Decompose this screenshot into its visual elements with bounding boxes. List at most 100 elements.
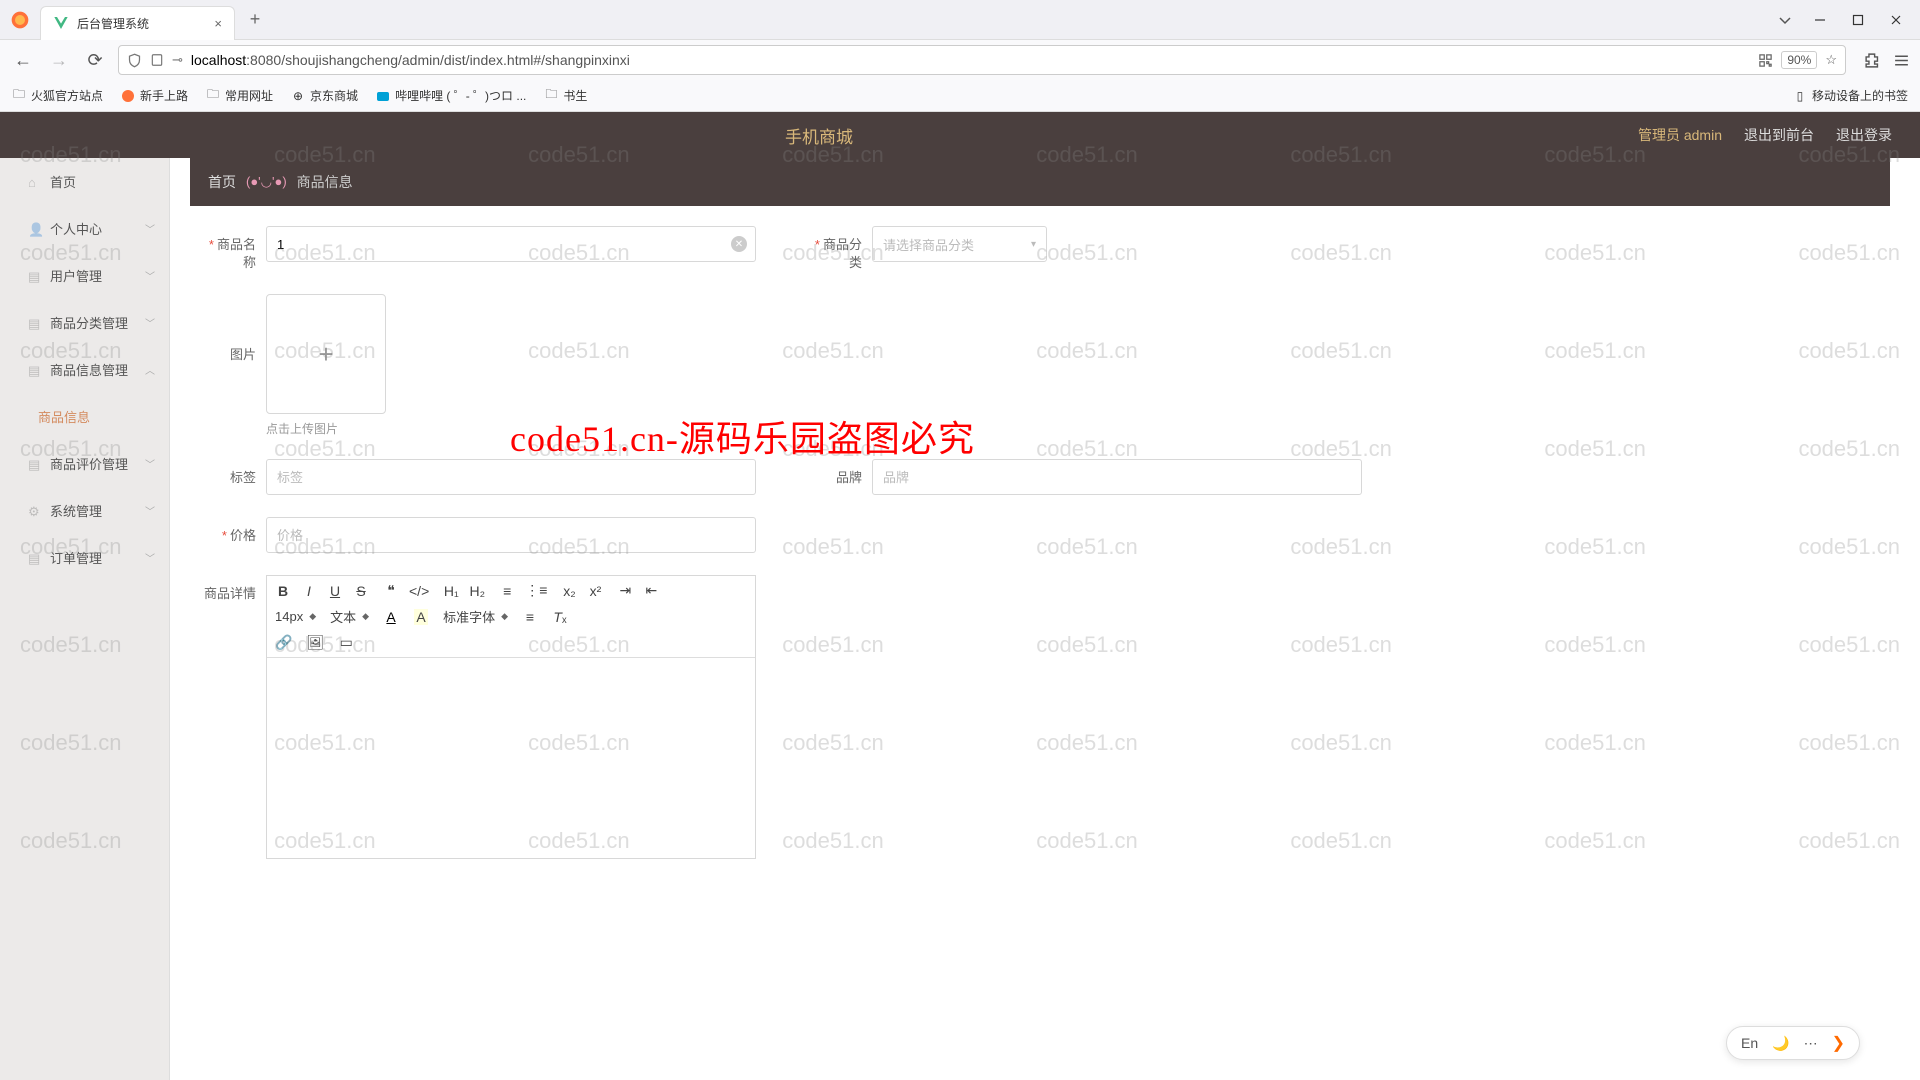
sidebar-item-products[interactable]: ▤商品信息管理︿ xyxy=(0,346,169,393)
admin-user-link[interactable]: 管理员 admin xyxy=(1638,125,1722,145)
quote-icon[interactable]: ❝ xyxy=(383,582,399,599)
superscript-icon[interactable]: x² xyxy=(587,583,603,599)
extensions-icon[interactable] xyxy=(1864,52,1881,69)
tag-label: 标签 xyxy=(200,459,256,487)
bookmark-item[interactable]: 新手上路 xyxy=(121,87,188,104)
code-icon[interactable]: </> xyxy=(409,583,429,599)
text-color-icon[interactable]: A xyxy=(383,609,399,625)
ime-moon-icon[interactable]: 🌙 xyxy=(1772,1035,1789,1052)
image-icon[interactable]: 🖼 xyxy=(306,634,324,651)
window-controls xyxy=(1810,10,1906,30)
font-size-select[interactable]: 14px◆ xyxy=(275,609,316,624)
bg-color-icon[interactable]: A xyxy=(413,609,429,625)
window-maximize-icon[interactable] xyxy=(1848,10,1868,30)
clear-icon[interactable]: ✕ xyxy=(731,236,747,252)
bookmark-item[interactable]: 哔哩哔哩 ( ゜- ゜)つロ ... xyxy=(376,87,526,104)
nav-reload-icon[interactable]: ⟳ xyxy=(82,47,108,73)
plus-icon: + xyxy=(318,339,333,370)
image-upload-button[interactable]: + xyxy=(266,294,386,414)
browser-tab-bar: 后台管理系统 × + xyxy=(0,0,1920,40)
permission-icon[interactable]: ⊸ xyxy=(172,52,183,68)
sidebar-item-reviews[interactable]: ▤商品评价管理﹀ xyxy=(0,440,169,487)
video-icon[interactable]: ▭ xyxy=(338,634,354,651)
heading-select[interactable]: 文本◆ xyxy=(330,607,369,626)
app-header: 手机商城 管理员 admin 退出到前台 退出登录 xyxy=(0,112,1920,158)
ordered-list-icon[interactable]: ≡ xyxy=(499,583,515,599)
chevron-down-icon: ▾ xyxy=(1031,239,1036,250)
bilibili-icon xyxy=(376,89,390,103)
nav-forward-icon[interactable]: → xyxy=(46,47,72,73)
chevron-down-icon: ﹀ xyxy=(145,221,155,236)
clear-format-icon[interactable]: Tₓ xyxy=(552,609,568,625)
folder-icon: 🗀 xyxy=(12,89,26,103)
url-input[interactable]: ⊸ localhost:8080/shoujishangcheng/admin/… xyxy=(118,45,1846,75)
zoom-indicator[interactable]: 90% xyxy=(1781,51,1817,69)
italic-icon[interactable]: I xyxy=(301,583,317,599)
breadcrumb-home[interactable]: 首页 xyxy=(208,172,236,192)
sidebar-item-users[interactable]: ▤用户管理﹀ xyxy=(0,252,169,299)
page-info-icon[interactable] xyxy=(150,53,164,67)
brand-input[interactable] xyxy=(872,459,1362,495)
toolbar-extensions xyxy=(1864,52,1910,69)
nav-back-icon[interactable]: ← xyxy=(10,47,36,73)
unordered-list-icon[interactable]: ⋮≡ xyxy=(525,582,547,599)
subscript-icon[interactable]: x₂ xyxy=(561,583,577,599)
user-icon: 👤 xyxy=(28,222,42,236)
bookmark-item[interactable]: 🗀常用网址 xyxy=(206,87,273,104)
logout-link[interactable]: 退出登录 xyxy=(1836,125,1892,145)
sidebar-item-product-info[interactable]: 商品信息 xyxy=(0,393,169,440)
folder-icon: 🗀 xyxy=(544,89,558,103)
vue-favicon-icon xyxy=(53,15,69,31)
mobile-bookmarks[interactable]: ▯移动设备上的书签 xyxy=(1793,87,1908,104)
tab-close-icon[interactable]: × xyxy=(214,16,222,31)
qr-icon[interactable] xyxy=(1758,53,1773,68)
window-minimize-icon[interactable] xyxy=(1810,10,1830,30)
bookmark-item[interactable]: ⊕京东商城 xyxy=(291,87,358,104)
sidebar-item-profile[interactable]: 👤个人中心﹀ xyxy=(0,205,169,252)
product-form: *商品名称 ✕ *商品分类 请选择商品分类 ▾ xyxy=(190,226,1890,859)
underline-icon[interactable]: U xyxy=(327,583,343,599)
gear-icon: ⚙ xyxy=(28,504,42,518)
sidebar: ⌂首页 👤个人中心﹀ ▤用户管理﹀ ▤商品分类管理﹀ ▤商品信息管理︿ 商品信息… xyxy=(0,158,170,1080)
outdent-icon[interactable]: ⇤ xyxy=(643,582,659,599)
shield-icon[interactable] xyxy=(127,53,142,68)
hamburger-menu-icon[interactable] xyxy=(1893,52,1910,69)
sidebar-item-home[interactable]: ⌂首页 xyxy=(0,158,169,205)
product-category-group: *商品分类 请选择商品分类 ▾ xyxy=(806,226,1047,272)
tab-title: 后台管理系统 xyxy=(77,15,214,32)
new-tab-button[interactable]: + xyxy=(241,6,269,34)
product-name-label: *商品名称 xyxy=(200,226,256,272)
sidebar-item-orders[interactable]: ▤订单管理﹀ xyxy=(0,534,169,581)
ime-toolbar[interactable]: En 🌙 ⋯ ❯ xyxy=(1726,1026,1860,1060)
link-icon[interactable]: 🔗 xyxy=(275,634,292,651)
ime-expand-icon[interactable]: ❯ xyxy=(1832,1033,1845,1053)
window-close-icon[interactable] xyxy=(1886,10,1906,30)
strike-icon[interactable]: S xyxy=(353,583,369,599)
bookmark-star-icon[interactable]: ☆ xyxy=(1825,52,1837,68)
product-category-select[interactable]: 请选择商品分类 ▾ xyxy=(872,226,1047,262)
font-family-select[interactable]: 标准字体◆ xyxy=(443,607,508,626)
sidebar-item-system[interactable]: ⚙系统管理﹀ xyxy=(0,487,169,534)
sidebar-item-categories[interactable]: ▤商品分类管理﹀ xyxy=(0,299,169,346)
align-icon[interactable]: ≡ xyxy=(522,609,538,625)
history-dropdown-icon[interactable] xyxy=(1778,13,1792,27)
firefox-icon xyxy=(121,89,135,103)
product-name-input[interactable]: ✕ xyxy=(266,226,756,262)
bookmark-item[interactable]: 🗀火狐官方站点 xyxy=(12,87,103,104)
bookmark-item[interactable]: 🗀书生 xyxy=(544,87,587,104)
bold-icon[interactable]: B xyxy=(275,583,291,599)
browser-tab[interactable]: 后台管理系统 × xyxy=(40,6,235,40)
h1-icon[interactable]: H₁ xyxy=(443,583,459,599)
breadcrumb-separator-icon: (●'◡'●) xyxy=(246,174,287,190)
price-input[interactable] xyxy=(266,517,756,553)
h2-icon[interactable]: H₂ xyxy=(469,583,485,599)
app-title: 手机商城 xyxy=(0,123,1638,148)
editor-content-area[interactable] xyxy=(267,658,755,858)
ime-lang[interactable]: En xyxy=(1741,1035,1758,1051)
tag-input[interactable] xyxy=(266,459,756,495)
indent-icon[interactable]: ⇥ xyxy=(617,582,633,599)
ime-menu-icon[interactable]: ⋯ xyxy=(1804,1035,1818,1052)
url-text: localhost:8080/shoujishangcheng/admin/di… xyxy=(191,52,1750,68)
exit-to-front-link[interactable]: 退出到前台 xyxy=(1744,125,1814,145)
tag-group: 标签 xyxy=(200,459,756,495)
